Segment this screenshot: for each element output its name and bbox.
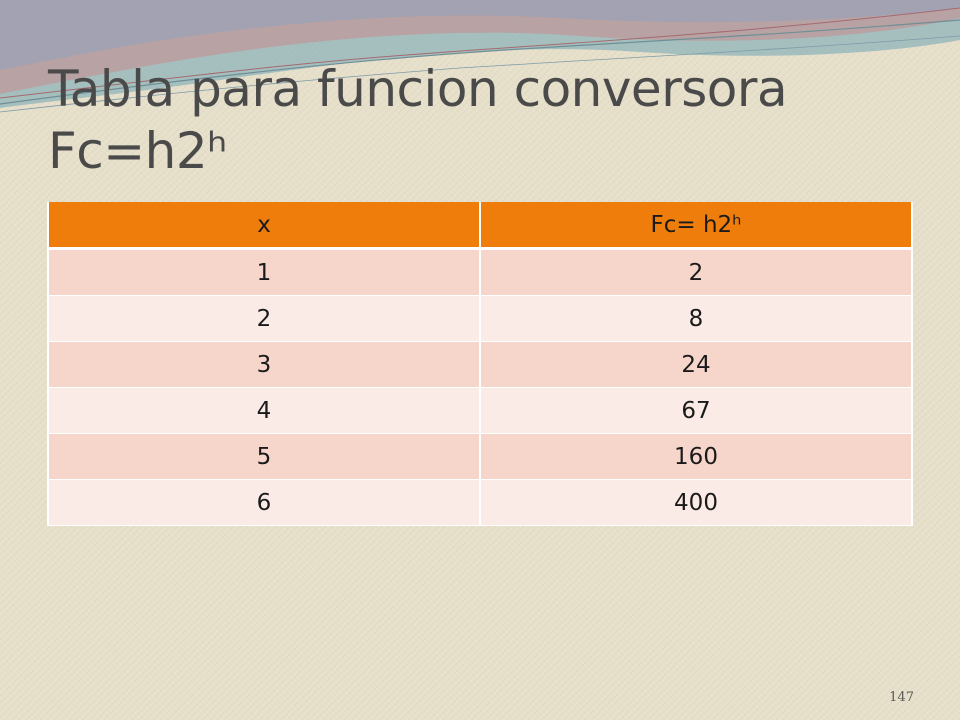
cell-x: 3 bbox=[47, 341, 481, 388]
table-row: 6 400 bbox=[47, 479, 913, 526]
table-row: 3 24 bbox=[47, 341, 913, 388]
cell-fc: 24 bbox=[479, 341, 913, 388]
cell-fc: 400 bbox=[479, 479, 913, 526]
table-header-row: x Fc= h2ʰ bbox=[47, 202, 913, 250]
cell-fc: 67 bbox=[479, 387, 913, 434]
cell-fc: 8 bbox=[479, 295, 913, 342]
slide-title: Tabla para funcion conversora Fc=h2ʰ bbox=[48, 58, 928, 182]
cell-x: 1 bbox=[47, 248, 481, 296]
cell-fc: 160 bbox=[479, 433, 913, 480]
cell-x: 4 bbox=[47, 387, 481, 434]
cell-x: 5 bbox=[47, 433, 481, 480]
column-header-fc: Fc= h2ʰ bbox=[479, 202, 913, 250]
page-number: 147 bbox=[889, 690, 914, 705]
conversion-table: x Fc= h2ʰ 1 2 2 8 3 24 4 67 5 160 6 400 bbox=[47, 202, 913, 526]
cell-x: 2 bbox=[47, 295, 481, 342]
table-row: 2 8 bbox=[47, 295, 913, 342]
table-row: 4 67 bbox=[47, 387, 913, 434]
cell-fc: 2 bbox=[479, 248, 913, 296]
table-row: 1 2 bbox=[47, 248, 913, 296]
table-row: 5 160 bbox=[47, 433, 913, 480]
title-line-1: Tabla para funcion conversora bbox=[48, 60, 788, 118]
column-header-x: x bbox=[47, 202, 481, 250]
cell-x: 6 bbox=[47, 479, 481, 526]
title-line-2: Fc=h2ʰ bbox=[48, 122, 227, 180]
